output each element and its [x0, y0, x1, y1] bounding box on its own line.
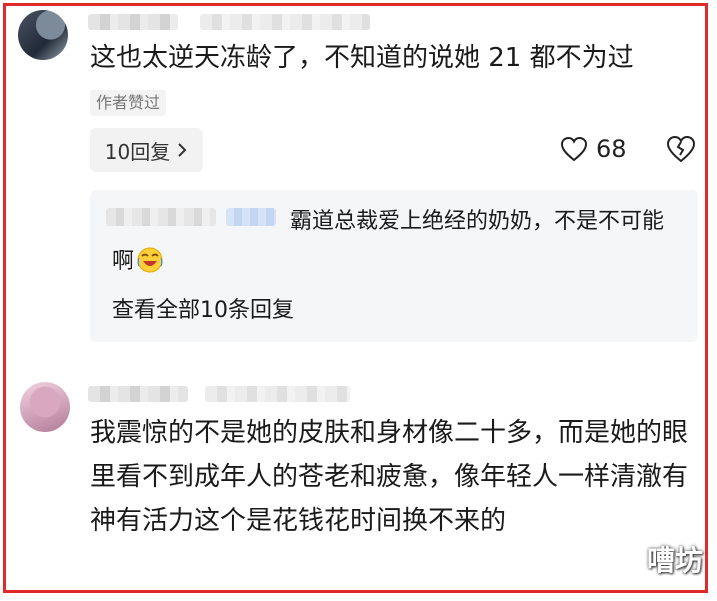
like-button[interactable]: 68 [560, 135, 627, 163]
avatar[interactable] [20, 382, 70, 432]
replies-button[interactable]: 10回复 [90, 128, 203, 172]
username-blurred[interactable] [88, 14, 178, 30]
reply-preview-box[interactable]: 霸道总裁爱上绝经的奶奶，不是不可能啊 查看全部10条回复 [90, 190, 698, 342]
chevron-right-icon [178, 143, 187, 157]
comment-text: 我震惊的不是她的皮肤和身材像二十多，而是她的眼里看不到成年人的苍老和疲惫，像年轻… [90, 418, 689, 536]
crying-laughing-face-icon [137, 247, 163, 273]
username-blurred [200, 14, 370, 30]
username-blurred [205, 386, 350, 402]
username-blurred[interactable] [88, 386, 188, 402]
like-count: 68 [596, 135, 627, 163]
view-all-replies-link[interactable]: 查看全部10条回复 [112, 292, 294, 324]
avatar[interactable] [18, 10, 68, 60]
broken-heart-icon [666, 135, 696, 163]
replies-button-label: 10回复 [104, 139, 171, 164]
heart-icon [560, 136, 588, 162]
author-liked-badge: 作者赞过 [90, 90, 167, 116]
comment-text: 这也太逆天冻龄了，不知道的说她 21 都不为过 [90, 43, 634, 73]
dislike-button[interactable] [666, 135, 696, 167]
reply-preview-text: 霸道总裁爱上绝经的奶奶，不是不可能啊 [112, 202, 682, 282]
reply-preview-content: 霸道总裁爱上绝经的奶奶，不是不可能啊 [112, 209, 665, 274]
watermark: 嘈坊 [646, 544, 703, 577]
